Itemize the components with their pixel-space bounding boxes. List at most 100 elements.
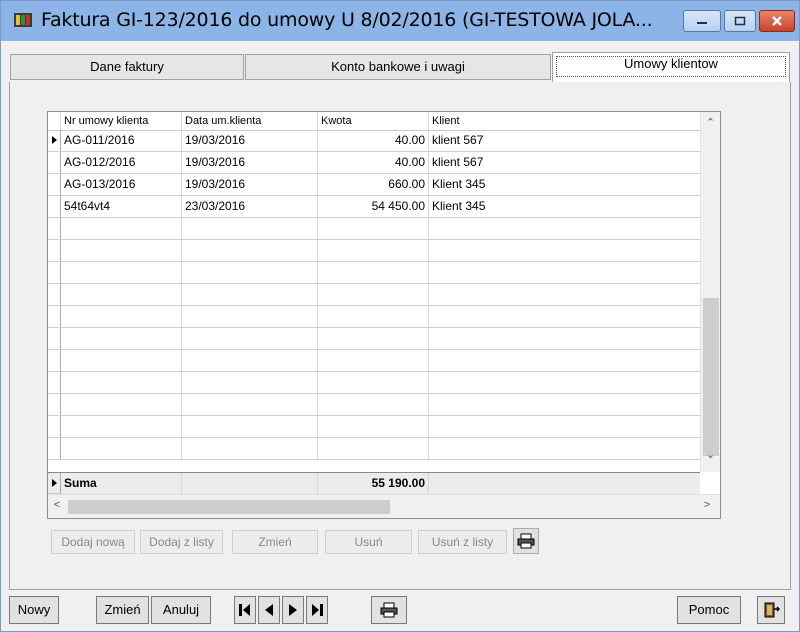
cell-data[interactable] bbox=[182, 306, 318, 327]
cell-nr[interactable] bbox=[61, 394, 182, 415]
cell-kwota[interactable] bbox=[318, 240, 429, 261]
cell-data[interactable]: 19/03/2016 bbox=[182, 174, 318, 195]
cell-kwota[interactable] bbox=[318, 416, 429, 437]
cell-nr[interactable] bbox=[61, 262, 182, 283]
cell-klient[interactable]: Klient 345 bbox=[429, 196, 700, 217]
empty-row[interactable] bbox=[48, 350, 700, 372]
cell-kwota[interactable] bbox=[318, 262, 429, 283]
empty-row[interactable] bbox=[48, 394, 700, 416]
scroll-left-icon[interactable]: < bbox=[48, 499, 66, 511]
table-row[interactable]: 54t64vt4 23/03/2016 54 450.00 Klient 345 bbox=[48, 196, 700, 218]
cell-klient[interactable] bbox=[429, 350, 700, 371]
vertical-scroll-thumb[interactable] bbox=[703, 298, 719, 456]
cell-data[interactable]: 19/03/2016 bbox=[182, 152, 318, 173]
cell-kwota[interactable] bbox=[318, 218, 429, 239]
cell-klient[interactable] bbox=[429, 240, 700, 261]
empty-row[interactable] bbox=[48, 240, 700, 262]
column-header-kwota[interactable]: Kwota bbox=[318, 112, 429, 130]
empty-row[interactable] bbox=[48, 262, 700, 284]
cell-data[interactable]: 19/03/2016 bbox=[182, 130, 318, 151]
remove-from-list-button[interactable]: Usuń z listy bbox=[418, 530, 507, 554]
cell-nr[interactable]: AG-011/2016 bbox=[61, 130, 182, 151]
add-new-button[interactable]: Dodaj nową bbox=[51, 530, 135, 554]
cell-klient[interactable] bbox=[429, 372, 700, 393]
cell-kwota[interactable]: 660.00 bbox=[318, 174, 429, 195]
cell-klient[interactable] bbox=[429, 306, 700, 327]
cell-nr[interactable] bbox=[61, 372, 182, 393]
cell-data[interactable]: 23/03/2016 bbox=[182, 196, 318, 217]
cell-klient[interactable] bbox=[429, 284, 700, 305]
empty-row[interactable] bbox=[48, 438, 700, 460]
scroll-up-icon[interactable]: ⌃ bbox=[701, 116, 720, 129]
empty-row[interactable] bbox=[48, 218, 700, 240]
cell-data[interactable] bbox=[182, 262, 318, 283]
cell-nr[interactable] bbox=[61, 240, 182, 261]
help-button[interactable]: Pomoc bbox=[677, 596, 741, 624]
cell-nr[interactable]: AG-012/2016 bbox=[61, 152, 182, 173]
first-record-button[interactable] bbox=[234, 596, 256, 624]
last-record-button[interactable] bbox=[306, 596, 328, 624]
close-button[interactable] bbox=[759, 10, 795, 32]
cell-data[interactable] bbox=[182, 416, 318, 437]
maximize-button[interactable] bbox=[724, 10, 756, 32]
previous-record-button[interactable] bbox=[258, 596, 280, 624]
cell-klient[interactable] bbox=[429, 262, 700, 283]
empty-row[interactable] bbox=[48, 306, 700, 328]
exit-button[interactable] bbox=[757, 596, 785, 624]
vertical-scrollbar[interactable]: ⌃ ⌄ bbox=[700, 112, 720, 472]
scroll-down-icon[interactable]: ⌄ bbox=[701, 448, 720, 461]
cell-klient[interactable] bbox=[429, 394, 700, 415]
cancel-button[interactable]: Anuluj bbox=[151, 596, 211, 624]
table-row[interactable]: AG-012/2016 19/03/2016 40.00 klient 567 bbox=[48, 152, 700, 174]
cell-klient[interactable]: Klient 345 bbox=[429, 174, 700, 195]
cell-data[interactable] bbox=[182, 350, 318, 371]
table-row[interactable]: AG-013/2016 19/03/2016 660.00 Klient 345 bbox=[48, 174, 700, 196]
cell-klient[interactable] bbox=[429, 416, 700, 437]
cell-kwota[interactable] bbox=[318, 372, 429, 393]
empty-row[interactable] bbox=[48, 372, 700, 394]
scroll-right-icon[interactable]: > bbox=[698, 499, 716, 511]
cell-kwota[interactable]: 40.00 bbox=[318, 152, 429, 173]
cell-data[interactable] bbox=[182, 438, 318, 459]
minimize-button[interactable] bbox=[683, 10, 721, 32]
edit-button[interactable]: Zmień bbox=[96, 596, 149, 624]
empty-row[interactable] bbox=[48, 416, 700, 438]
cell-kwota[interactable] bbox=[318, 284, 429, 305]
cell-data[interactable] bbox=[182, 328, 318, 349]
cell-nr[interactable] bbox=[61, 218, 182, 239]
cell-data[interactable] bbox=[182, 394, 318, 415]
cell-klient[interactable] bbox=[429, 438, 700, 459]
cell-nr[interactable] bbox=[61, 438, 182, 459]
column-header-data[interactable]: Data um.klienta bbox=[182, 112, 318, 130]
column-header-nr[interactable]: Nr umowy klienta bbox=[61, 112, 182, 130]
cell-data[interactable] bbox=[182, 240, 318, 261]
cell-kwota[interactable] bbox=[318, 350, 429, 371]
cell-kwota[interactable] bbox=[318, 306, 429, 327]
delete-button[interactable]: Usuń bbox=[325, 530, 412, 554]
title-bar[interactable]: Faktura GI-123/2016 do umowy U 8/02/2016… bbox=[1, 1, 799, 41]
cell-nr[interactable] bbox=[61, 328, 182, 349]
cell-nr[interactable] bbox=[61, 306, 182, 327]
horizontal-scrollbar[interactable]: < > bbox=[48, 494, 720, 518]
cell-klient[interactable]: klient 567 bbox=[429, 130, 700, 151]
column-header-klient[interactable]: Klient bbox=[429, 112, 700, 130]
empty-row[interactable] bbox=[48, 284, 700, 306]
cell-nr[interactable] bbox=[61, 416, 182, 437]
new-button[interactable]: Nowy bbox=[9, 596, 59, 624]
change-button[interactable]: Zmień bbox=[232, 530, 318, 554]
cell-klient[interactable] bbox=[429, 218, 700, 239]
cell-kwota[interactable] bbox=[318, 328, 429, 349]
cell-nr[interactable] bbox=[61, 284, 182, 305]
cell-data[interactable] bbox=[182, 284, 318, 305]
horizontal-scroll-thumb[interactable] bbox=[68, 500, 390, 514]
cell-kwota[interactable]: 40.00 bbox=[318, 130, 429, 151]
cell-kwota[interactable] bbox=[318, 394, 429, 415]
tab-umowy-klientow[interactable]: Umowy klientow bbox=[552, 52, 790, 82]
cell-nr[interactable]: AG-013/2016 bbox=[61, 174, 182, 195]
cell-kwota[interactable] bbox=[318, 438, 429, 459]
tab-dane-faktury[interactable]: Dane faktury bbox=[10, 54, 244, 80]
cell-klient[interactable]: klient 567 bbox=[429, 152, 700, 173]
table-row[interactable]: AG-011/2016 19/03/2016 40.00 klient 567 bbox=[48, 130, 700, 152]
cell-data[interactable] bbox=[182, 218, 318, 239]
add-from-list-button[interactable]: Dodaj z listy bbox=[140, 530, 223, 554]
